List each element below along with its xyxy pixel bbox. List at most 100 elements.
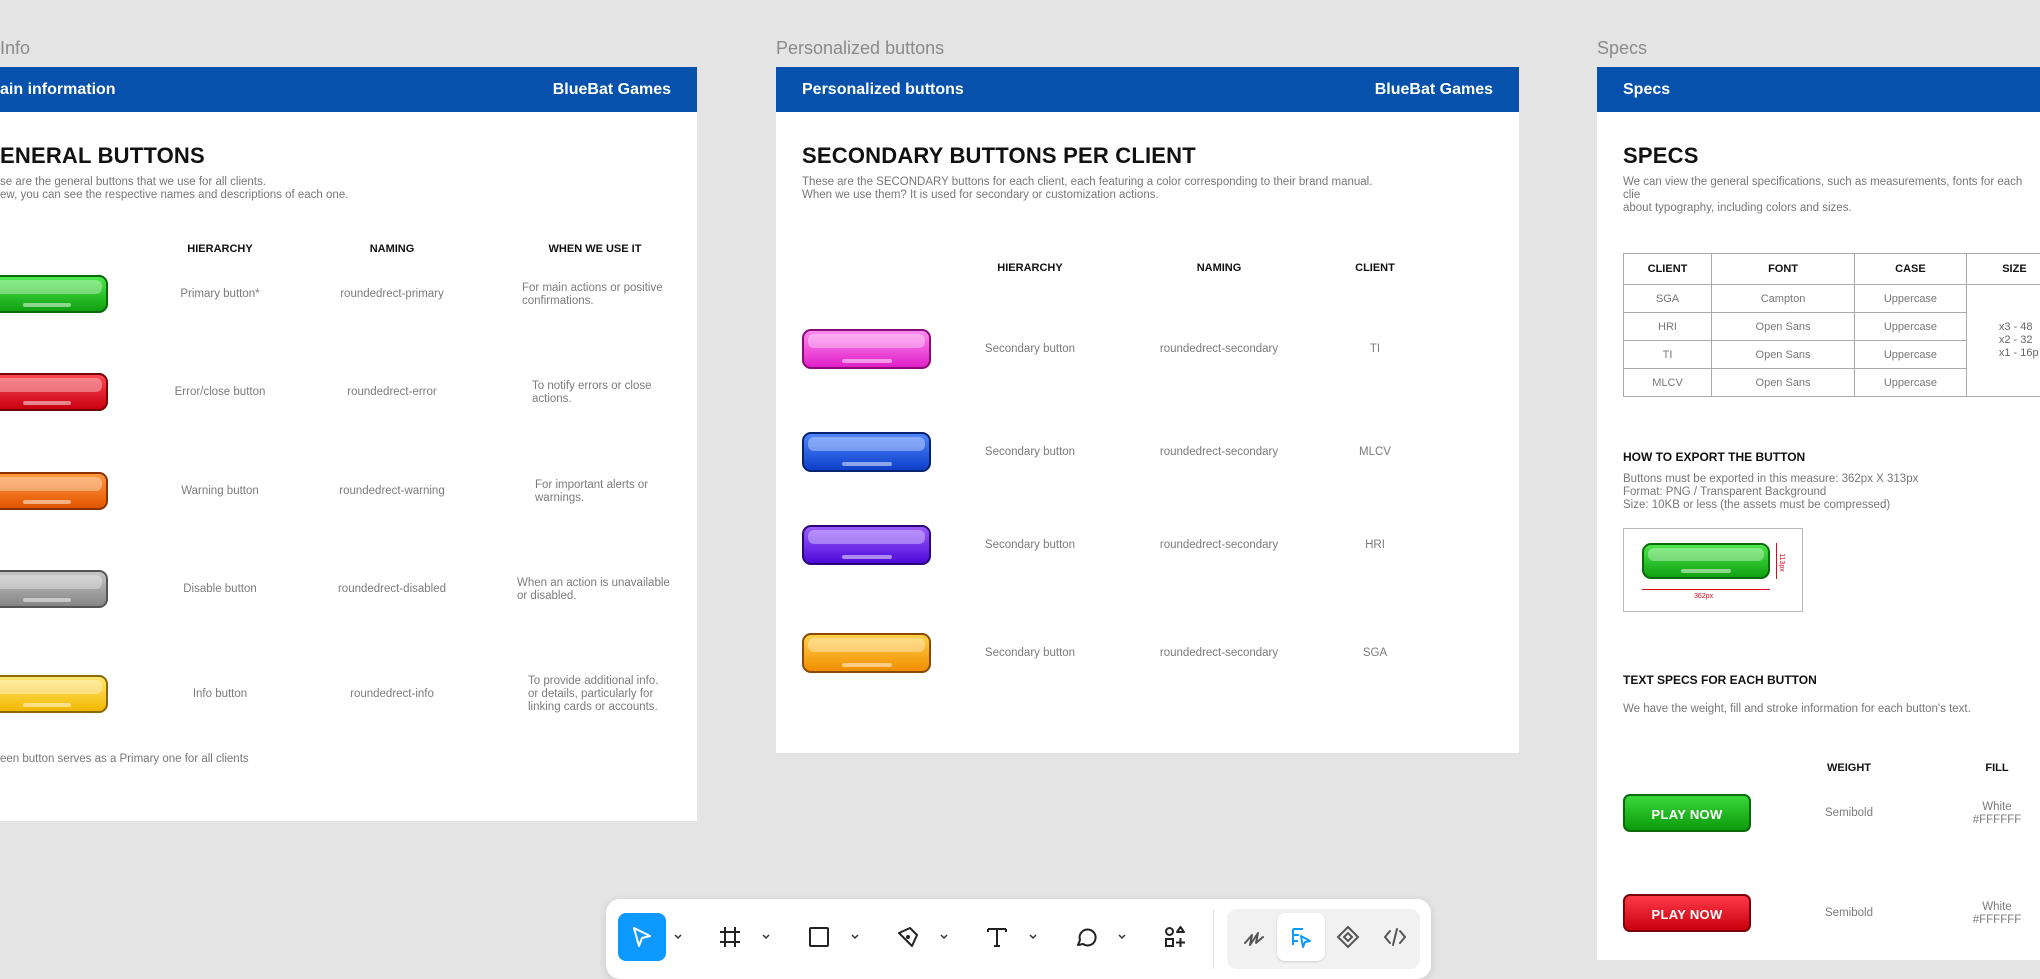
chevron-down-icon[interactable] (1028, 932, 1038, 942)
play-now-button-red[interactable]: PLAY NOW (1623, 894, 1751, 932)
primary-button-sample[interactable] (0, 275, 108, 313)
row-client: MLCV (1359, 446, 1391, 458)
export-text: Buttons must be exported in this measure… (1623, 473, 1919, 511)
frame-header: Personalized buttons BlueBat Games (776, 67, 1519, 112)
rectangle-icon (809, 927, 829, 947)
prototype-mode-button[interactable] (1324, 913, 1372, 961)
cell: Open Sans (1711, 312, 1856, 341)
cell: MLCV (1622, 368, 1713, 397)
play-now-button-green[interactable]: PLAY NOW (1623, 794, 1751, 832)
cursor-icon (633, 927, 651, 947)
secondary-button-sga[interactable] (802, 633, 931, 673)
warning-button-sample[interactable] (0, 472, 108, 510)
secondary-button-ti[interactable] (802, 329, 931, 369)
page-title: ENERAL BUTTONS (0, 143, 205, 168)
specs-table: CLIENT FONT CASE SIZE SGA Campton Upperc… (1622, 253, 2040, 397)
disabled-button-sample[interactable] (0, 570, 108, 608)
chevron-down-icon[interactable] (850, 932, 860, 942)
col-client: CLIENT (1355, 262, 1395, 274)
frame-specs: Specs SPECS We can view the general spec… (1597, 67, 2040, 960)
row-hierarchy: Secondary button (984, 343, 1076, 355)
move-tool-button[interactable] (618, 913, 666, 961)
row-naming: roundedrect-secondary (1159, 343, 1279, 355)
row-client: TI (1369, 343, 1381, 355)
header-title: ain information (0, 81, 116, 98)
row-fill: White #FFFFFF (1972, 801, 2022, 826)
th-font: FONT (1711, 253, 1856, 285)
secondary-button-hri[interactable] (802, 525, 931, 565)
page-description: We can view the general specifications, … (1623, 176, 2023, 214)
cell: Uppercase (1854, 340, 1967, 369)
frame-icon (720, 927, 740, 947)
text-tool-button[interactable] (973, 913, 1021, 961)
col-weight: WEIGHT (1827, 762, 1871, 774)
row-naming: roundedrect-secondary (1159, 446, 1279, 458)
size-value: x2 - 32 (1998, 334, 2033, 346)
width-label: 362px (1694, 593, 1714, 600)
col-hierarchy: HIERARCHY (997, 262, 1063, 274)
pen-icon (898, 927, 918, 947)
row-hierarchy: Primary button* (180, 288, 260, 300)
row-client: HRI (1365, 539, 1385, 551)
header-title: Specs (1623, 81, 1671, 98)
chevron-down-icon[interactable] (1117, 932, 1127, 942)
cell: TI (1622, 340, 1713, 369)
export-title: HOW TO EXPORT THE BUTTON (1623, 450, 1806, 464)
row-naming: roundedrect-primary (340, 288, 444, 300)
row-client: SGA (1362, 647, 1388, 659)
row-hierarchy: Secondary button (984, 647, 1076, 659)
pen-tool-button[interactable] (884, 913, 932, 961)
info-button-sample[interactable] (0, 675, 108, 713)
error-button-sample[interactable] (0, 373, 108, 411)
cell: Uppercase (1854, 368, 1967, 397)
code-icon (1384, 928, 1406, 946)
row-naming: roundedrect-disabled (337, 583, 447, 595)
frame-label-specs[interactable]: Specs (1597, 38, 1647, 59)
frame-label-info[interactable]: Info (0, 38, 30, 59)
frame-tool-button[interactable] (706, 913, 754, 961)
text-specs-title: TEXT SPECS FOR EACH BUTTON (1623, 673, 1817, 687)
chevron-down-icon[interactable] (939, 932, 949, 942)
row-when: For important alerts or warnings. (535, 479, 649, 504)
frame-label-personalized[interactable]: Personalized buttons (776, 38, 944, 59)
header-brand: BlueBat Games (1374, 81, 1493, 98)
dev-mode-button[interactable] (1371, 913, 1419, 961)
chevron-down-icon[interactable] (761, 932, 771, 942)
design-mode-button[interactable] (1277, 913, 1325, 961)
draw-mode-button[interactable] (1230, 913, 1278, 961)
col-hierarchy: HIERARCHY (187, 243, 253, 255)
row-when: To provide additional info. or details, … (528, 675, 659, 713)
size-cell: x3 - 48 x2 - 32 x1 - 16p (1965, 284, 2040, 397)
component-icon (1336, 925, 1360, 949)
col-when: WHEN WE USE IT (548, 243, 642, 255)
shape-tool-button[interactable] (795, 913, 843, 961)
header-brand: BlueBat Games (552, 81, 671, 98)
row-hierarchy: Info button (192, 688, 248, 700)
row-hierarchy: Disable button (183, 583, 257, 595)
size-value: x1 - 16p (1998, 347, 2039, 359)
text-specs-desc: We have the weight, fill and stroke info… (1623, 703, 1971, 715)
bottom-toolbar (606, 899, 1431, 979)
row-naming: roundedrect-secondary (1159, 647, 1279, 659)
text-icon (987, 928, 1007, 947)
row-when: For main actions or positive confirmatio… (522, 282, 663, 307)
row-hierarchy: Secondary button (984, 446, 1076, 458)
page-description: se are the general buttons that we use f… (0, 176, 349, 201)
cell: Uppercase (1854, 312, 1967, 341)
col-fill: FILL (1985, 762, 2009, 774)
page-title: SECONDARY BUTTONS PER CLIENT (802, 143, 1196, 168)
actions-tool-button[interactable] (1151, 913, 1199, 961)
row-when: When an action is unavailable or disable… (517, 577, 670, 602)
comment-tool-button[interactable] (1062, 913, 1110, 961)
row-hierarchy: Warning button (181, 485, 259, 497)
cell: Campton (1711, 284, 1856, 313)
chevron-down-icon[interactable] (673, 932, 683, 942)
row-naming: roundedrect-warning (339, 485, 445, 497)
frame-header: ain information BlueBat Games (0, 67, 697, 112)
height-label: 113px (1777, 553, 1785, 572)
frame-general-buttons: ain information BlueBat Games ENERAL BUT… (0, 67, 697, 821)
row-naming: roundedrect-info (350, 688, 434, 700)
secondary-button-mlcv[interactable] (802, 432, 931, 472)
col-naming: NAMING (369, 243, 415, 255)
frame-secondary-buttons: Personalized buttons BlueBat Games SECON… (776, 67, 1519, 753)
